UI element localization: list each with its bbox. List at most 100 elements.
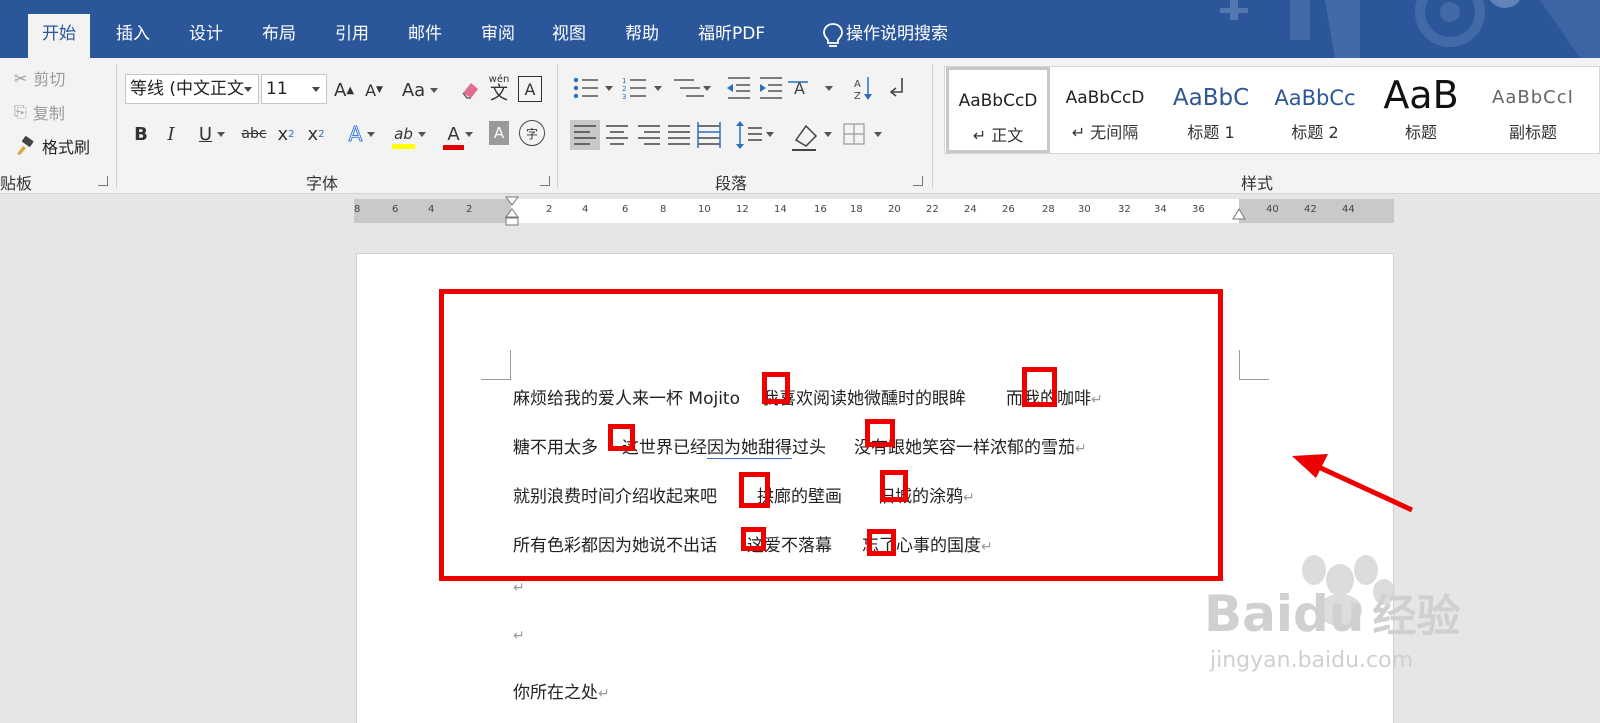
style-heading-2[interactable]: AaBbCc 标题 2 [1263,67,1367,153]
svg-text:3: 3 [622,93,626,101]
right-indent-marker[interactable] [1231,207,1247,225]
justify-icon[interactable] [668,125,690,145]
ruler-tick-label: 14 [774,204,787,215]
style-title[interactable]: AaB 标题 [1369,67,1473,153]
group-separator [557,64,558,188]
character-border-button[interactable]: A [518,76,542,102]
copy-button[interactable]: ⎘ 复制 [14,100,65,124]
enclose-characters-button[interactable]: 字 [519,120,545,146]
annotation-marker [880,470,908,502]
highlight-swatch [392,144,415,149]
sort-icon[interactable]: A Z [854,77,872,102]
horizontal-ruler[interactable]: 8 6 4 2 2 4 6 8 10 12 14 16 18 20 22 24 26 28 30 32 34 36 40 42… [354,196,1394,226]
tab-design[interactable]: 设计 [175,14,237,58]
align-center-icon[interactable] [606,125,628,145]
tab-view[interactable]: 视图 [538,14,600,58]
strikethrough-button[interactable]: abc [240,120,268,148]
chevron-down-icon [367,131,376,137]
shrink-font-button[interactable]: A ▼ [362,76,386,104]
distributed-icon[interactable] [697,122,721,148]
italic-button[interactable]: I [160,120,182,148]
show-hide-marks-icon[interactable] [889,78,903,97]
chevron-down-icon [464,131,473,137]
chinese-layout-icon[interactable]: A [788,79,833,98]
font-dialog-launcher[interactable] [540,176,550,186]
ribbon-tab-bar: 开始 插入 设计 布局 引用 邮件 审阅 视图 帮助 福昕PDF 操作说明搜索 [0,0,1600,58]
ribbon-decoration [1220,0,1600,58]
tab-home[interactable]: 开始 [28,14,90,58]
change-case-button[interactable]: Aa [398,76,442,104]
phonetic-guide-button[interactable]: wén 文 [486,72,512,106]
style-subtitle[interactable]: AaBbCcI 副标题 [1473,67,1593,153]
annotation-marker [762,372,790,404]
bullets-icon[interactable] [573,77,613,99]
style-no-spacing[interactable]: AaBbCcD ↵ 无间隔 [1053,67,1157,153]
annotation-frame [439,289,1223,581]
font-color-button[interactable]: A [438,118,482,150]
paragraph-dialog-launcher[interactable] [913,176,923,186]
superscript-button[interactable]: x2 [304,120,328,148]
empty-paragraph: ↵ [513,628,525,644]
character-shading-button[interactable]: A [489,121,509,145]
clear-formatting-button[interactable] [458,76,482,104]
align-left-icon[interactable] [570,120,600,150]
ruler-tick-label: 36 [1192,204,1205,215]
tell-me-search[interactable]: 操作说明搜索 [832,14,962,58]
paragraph-group-label: 段落 [715,174,748,193]
highlight-color-button[interactable]: ab [388,118,432,150]
style-heading-1[interactable]: AaBbC 标题 1 [1159,67,1263,153]
chevron-down-icon [244,87,252,92]
ruler-tick-label: 28 [1042,204,1055,215]
underline-button[interactable]: U [192,120,232,148]
ruler-tick-label: 40 [1266,204,1279,215]
ruler-tick-label: 8 [354,204,361,215]
multilevel-list-icon[interactable] [674,79,711,97]
tab-help[interactable]: 帮助 [611,14,673,58]
indent-marker[interactable] [504,195,520,227]
font-size-field[interactable]: 11 [261,74,327,104]
annotation-marker [1022,367,1057,407]
cut-button[interactable]: ✂ 剪切 [14,66,65,90]
tab-layout[interactable]: 布局 [248,14,310,58]
grow-font-button[interactable]: A ▲ [332,76,356,104]
style-normal[interactable]: AaBbCcD ↵ 正文 [946,67,1050,153]
annotation-marker [608,424,635,451]
numbering-icon[interactable]: 1 2 3 [622,77,662,101]
text-line-5: 你所在之处↵ [513,683,610,703]
svg-text:A: A [854,79,861,90]
tab-mailings[interactable]: 邮件 [394,14,456,58]
clipboard-dialog-launcher[interactable] [98,176,108,186]
tab-insert[interactable]: 插入 [102,14,164,58]
line-spacing-icon[interactable] [736,121,774,149]
svg-text:1: 1 [622,77,626,85]
ruler-tick-label: 30 [1078,204,1091,215]
decrease-indent-icon[interactable] [727,77,750,99]
ruler-tick-label: 12 [736,204,749,215]
styles-group-label: 样式 [1241,174,1274,193]
ruler-tick-label: 2 [466,204,473,215]
format-painter-button[interactable]: 格式刷 [14,134,90,158]
align-right-icon[interactable] [638,125,660,145]
chevron-down-icon [312,87,320,92]
watermark-brand: Baidu 经验 [1204,585,1461,643]
increase-indent-icon[interactable] [760,77,782,99]
eraser-icon [462,83,478,99]
margin-corner-mark [1239,350,1269,380]
tab-review[interactable]: 审阅 [467,14,529,58]
annotation-marker [741,527,766,551]
ruler-tick-label: 24 [964,204,977,215]
borders-icon[interactable] [843,123,882,145]
ruler-tick-label: 44 [1342,204,1355,215]
bold-button[interactable]: B [130,120,152,148]
subscript-button[interactable]: x2 [274,120,298,148]
tab-foxit-pdf[interactable]: 福昕PDF [684,14,779,58]
ruler-tick-label: 2 [546,204,553,215]
ruler-tick-label: 6 [622,204,629,215]
ruler-tick-label: 34 [1154,204,1167,215]
shading-icon[interactable] [792,124,832,151]
tab-references[interactable]: 引用 [321,14,383,58]
text-effects-button[interactable]: A [342,120,382,148]
font-name-field[interactable]: 等线 (中文正文 [125,74,259,104]
ribbon-home: ✂ 剪切 ⎘ 复制 格式刷 贴板 等线 (中文正文 11 A ▲ A ▼ Aa wé… [0,58,1600,194]
ruler-tick-label: 20 [888,204,901,215]
